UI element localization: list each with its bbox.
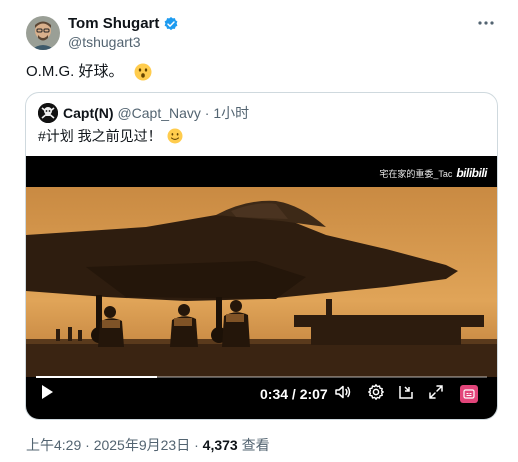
play-button[interactable] <box>36 383 58 405</box>
footer-separator: · <box>85 437 90 453</box>
slightly-smiling-face-icon <box>167 128 183 144</box>
pip-icon <box>397 383 415 406</box>
fullscreen-button[interactable] <box>425 383 447 405</box>
watermark-text: 宅在家的重委_Tac <box>379 168 453 179</box>
gear-icon <box>367 383 385 406</box>
video-watermark: 宅在家的重委_Tac bilibili <box>379 166 487 180</box>
astonished-face-icon <box>134 63 152 81</box>
view-count: 4,373 <box>202 437 238 453</box>
author-name-row[interactable]: Tom Shugart <box>68 15 179 33</box>
picture-in-picture-button[interactable] <box>395 383 417 405</box>
quoted-author-handle[interactable]: @Capt_Navy <box>117 105 200 121</box>
expand-icon <box>427 383 445 406</box>
quoted-author-name[interactable]: Capt(N) <box>63 105 114 121</box>
settings-button[interactable] <box>365 383 387 405</box>
video-frame[interactable] <box>26 187 497 377</box>
author-name[interactable]: Tom Shugart <box>68 15 159 33</box>
quoted-author-avatar[interactable] <box>38 103 58 123</box>
tweet-text-row: O.M.G. 好球。 <box>26 62 152 82</box>
quoted-text: #计划 我之前见过！ <box>38 128 162 144</box>
play-icon <box>40 384 54 405</box>
quoted-tweet-header: Capt(N) @Capt_Navy · 1小时 <box>63 104 249 122</box>
quoted-text-row: #计划 我之前见过！ <box>38 126 183 146</box>
quoted-tweet-card[interactable]: Capt(N) @Capt_Navy · 1小时 #计划 我之前见过！ 宅在家的… <box>25 92 498 420</box>
verified-badge-icon[interactable] <box>163 16 179 32</box>
more-options-icon[interactable] <box>476 16 496 30</box>
source-logo-button[interactable] <box>458 383 480 405</box>
author-handle[interactable]: @tshugart3 <box>68 33 141 51</box>
video-player[interactable]: 宅在家的重委_Tac bilibili 0:34 / 2:07 <box>26 156 497 419</box>
video-time-display: 0:34 / 2:07 <box>260 386 328 402</box>
quoted-separator: · <box>204 105 210 121</box>
volume-button[interactable] <box>332 383 354 405</box>
author-avatar[interactable] <box>26 16 60 50</box>
watermark-logo: bilibili <box>456 166 487 180</box>
footer-separator: · <box>194 437 199 453</box>
view-label: 查看 <box>241 437 270 453</box>
video-progress-bar[interactable] <box>36 376 487 378</box>
tweet-footer: 上午4:29 · 2025年9月23日 · 4,373 查看 <box>26 436 270 454</box>
tweet-time[interactable]: 上午4:29 <box>26 437 81 453</box>
tweet-date[interactable]: 2025年9月23日 <box>94 437 191 453</box>
quoted-time[interactable]: 1小时 <box>213 105 249 121</box>
video-progress-fill <box>36 376 157 378</box>
volume-icon <box>334 383 352 406</box>
source-logo-icon <box>460 385 478 403</box>
tweet-text: O.M.G. 好球。 <box>26 63 124 80</box>
